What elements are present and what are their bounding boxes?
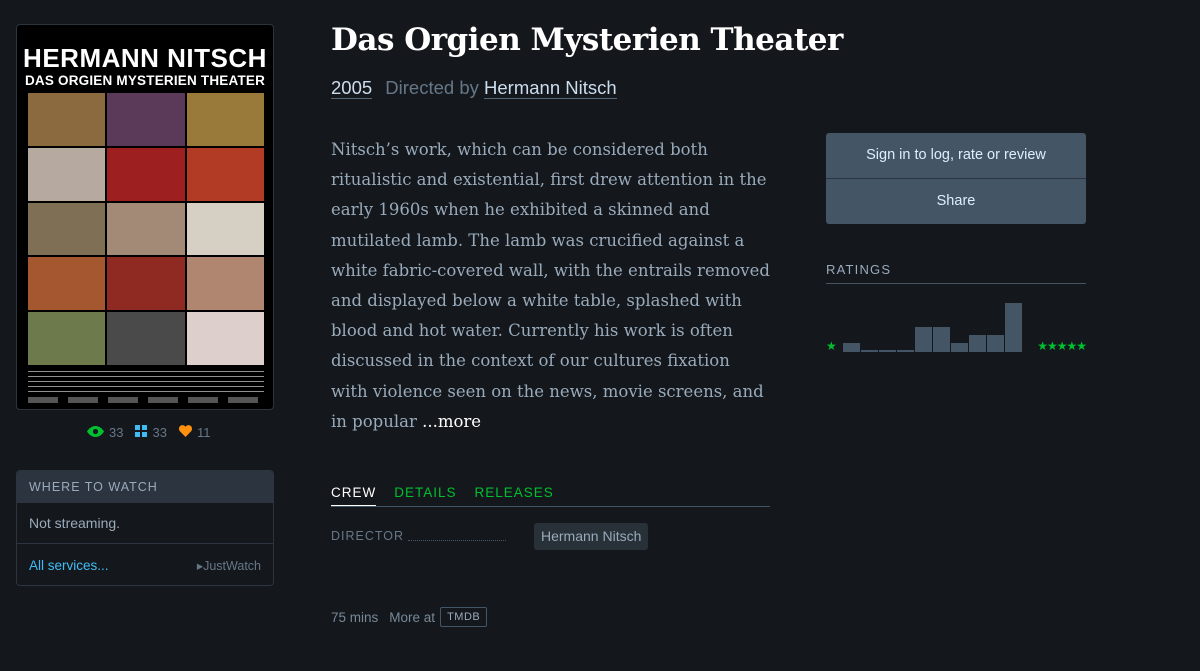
eye-icon bbox=[87, 425, 104, 440]
read-more-link[interactable]: ...more bbox=[422, 412, 481, 431]
tab-releases[interactable]: RELEASES bbox=[475, 485, 554, 506]
tab-crew[interactable]: CREW bbox=[331, 485, 377, 506]
more-at-label: More at bbox=[389, 609, 436, 625]
likes-count: 11 bbox=[196, 425, 211, 440]
lists-stat[interactable]: 33 bbox=[135, 425, 167, 440]
lists-count: 33 bbox=[152, 425, 167, 440]
role-divider bbox=[408, 540, 506, 541]
poster-photo-tile bbox=[186, 312, 264, 365]
rating-bar[interactable] bbox=[861, 350, 878, 352]
release-year-link[interactable]: 2005 bbox=[331, 77, 373, 99]
poster-photo-tile bbox=[107, 202, 185, 256]
actions-panel: Sign in to log, rate or review Share bbox=[826, 133, 1086, 224]
synopsis: Nitsch’s work, which can be considered b… bbox=[331, 135, 771, 437]
all-services-link[interactable]: All services... bbox=[29, 558, 109, 573]
poster-photo-tile bbox=[186, 93, 264, 146]
rating-bar[interactable] bbox=[969, 335, 986, 352]
poster-photo-tile bbox=[28, 202, 106, 256]
crew-role: DIRECTOR bbox=[331, 529, 405, 543]
likes-stat[interactable]: 11 bbox=[178, 425, 211, 440]
rating-bar[interactable] bbox=[951, 343, 968, 352]
rating-bar[interactable] bbox=[843, 343, 860, 352]
film-stats: 33 33 11 bbox=[87, 425, 210, 440]
ratings-histogram: ★ ★★★★★ bbox=[826, 296, 1087, 353]
directed-by-label: Directed by bbox=[385, 77, 479, 98]
five-stars-icon: ★★★★★ bbox=[1037, 339, 1087, 353]
where-to-watch-footer: All services... ▸JustWatch bbox=[17, 544, 273, 586]
poster-photo-tile bbox=[107, 147, 185, 201]
ratings-heading[interactable]: RATINGS bbox=[826, 262, 1086, 284]
rating-bar[interactable] bbox=[879, 350, 896, 352]
heart-icon bbox=[178, 425, 192, 440]
film-poster[interactable]: HERMANN NITSCH DAS ORGIEN MYSTERIEN THEA… bbox=[16, 24, 274, 410]
justwatch-label: JustWatch bbox=[203, 558, 261, 573]
poster-photo-tile bbox=[186, 147, 264, 201]
poster-title: HERMANN NITSCH bbox=[23, 43, 267, 73]
film-meta: 2005 Directed by Hermann Nitsch bbox=[331, 77, 617, 99]
poster-image-grid bbox=[28, 93, 264, 365]
poster-photo-tile bbox=[28, 257, 106, 311]
tmdb-link[interactable]: TMDB bbox=[440, 607, 488, 627]
poster-fine-print bbox=[28, 371, 264, 393]
justwatch-link[interactable]: ▸JustWatch bbox=[197, 558, 261, 573]
poster-photo-tile bbox=[186, 257, 264, 311]
poster-photo-tile bbox=[107, 257, 185, 311]
runtime: 75 mins bbox=[331, 609, 379, 625]
film-title: Das Orgien Mysterien Theater bbox=[331, 22, 843, 58]
poster-photo-tile bbox=[107, 93, 185, 146]
histogram-bars bbox=[843, 300, 1023, 352]
sign-in-button[interactable]: Sign in to log, rate or review bbox=[826, 133, 1086, 178]
crew-member-chip[interactable]: Hermann Nitsch bbox=[534, 523, 649, 550]
director-link[interactable]: Hermann Nitsch bbox=[484, 77, 617, 99]
poster-photo-tile bbox=[28, 93, 106, 146]
streaming-status: Not streaming. bbox=[17, 503, 273, 544]
tab-details[interactable]: DETAILS bbox=[394, 485, 456, 506]
poster-photo-tile bbox=[28, 147, 106, 201]
poster-photo-tile bbox=[186, 202, 264, 256]
rating-bar[interactable] bbox=[915, 327, 932, 352]
poster-photo-tile bbox=[107, 312, 185, 365]
poster-subtitle: DAS ORGIEN MYSTERIEN THEATER bbox=[24, 73, 266, 88]
tab-bar: CREW DETAILS RELEASES bbox=[331, 485, 770, 507]
grid-icon bbox=[135, 425, 148, 440]
share-button[interactable]: Share bbox=[826, 178, 1086, 224]
film-footer: 75 mins More at TMDB bbox=[331, 607, 488, 627]
synopsis-text: Nitsch’s work, which can be considered b… bbox=[331, 140, 770, 431]
rating-bar[interactable] bbox=[1005, 303, 1022, 352]
watched-stat[interactable]: 33 bbox=[87, 425, 123, 440]
rating-bar[interactable] bbox=[897, 350, 914, 352]
low-star-icon: ★ bbox=[826, 339, 837, 353]
watched-count: 33 bbox=[109, 425, 124, 440]
where-to-watch-panel: WHERE TO WATCH Not streaming. All servic… bbox=[16, 470, 274, 586]
poster-photo-tile bbox=[28, 312, 106, 365]
poster-logos bbox=[28, 397, 264, 403]
rating-bar[interactable] bbox=[933, 327, 950, 352]
rating-bar[interactable] bbox=[987, 335, 1004, 352]
where-to-watch-heading: WHERE TO WATCH bbox=[17, 471, 273, 503]
